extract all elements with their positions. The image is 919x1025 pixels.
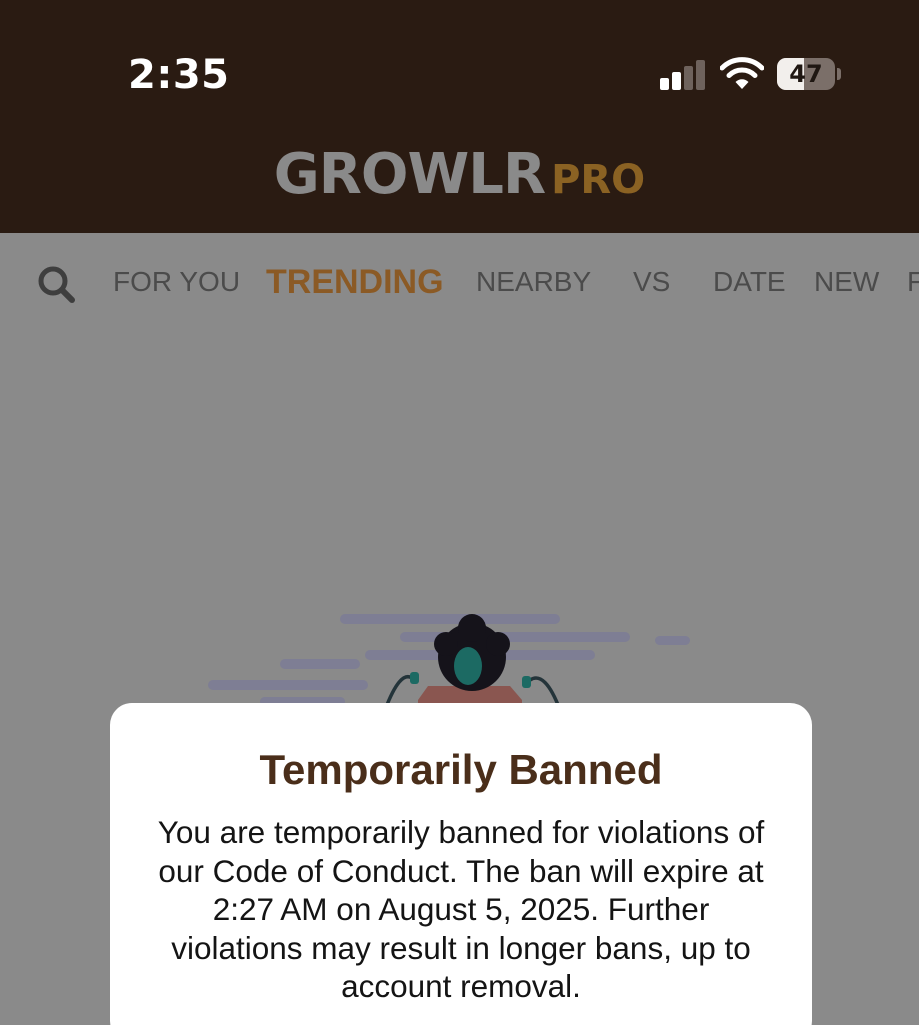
- battery-tip: [837, 68, 841, 80]
- app-logo: GROWLR PRO: [0, 142, 919, 207]
- logo-main-text: GROWLR: [273, 142, 546, 207]
- battery-level: 47: [789, 60, 823, 88]
- tab-vs[interactable]: VS: [633, 266, 670, 298]
- tab-nearby[interactable]: NEARBY: [476, 266, 591, 298]
- status-time: 2:35: [128, 52, 230, 98]
- logo-pro-text: PRO: [551, 157, 646, 203]
- wifi-icon: [720, 57, 764, 89]
- tab-trending[interactable]: TRENDING: [266, 263, 444, 302]
- person-figure: [383, 614, 562, 710]
- battery-icon: 47: [777, 58, 835, 90]
- dialog-title: Temporarily Banned: [259, 746, 663, 793]
- ban-dialog: Temporarily Banned You are temporarily b…: [110, 703, 812, 1025]
- tab-for-you[interactable]: FOR YOU: [113, 266, 240, 298]
- search-icon[interactable]: [36, 264, 76, 304]
- tab-partial[interactable]: F: [907, 266, 919, 298]
- tab-new[interactable]: NEW: [814, 266, 879, 298]
- cellular-signal-icon: [660, 58, 708, 90]
- top-bar: 2:35 47 GROWLR PRO: [0, 0, 919, 233]
- dialog-message: You are temporarily banned for violation…: [157, 814, 765, 1004]
- jump-rope-illustration: [208, 614, 690, 710]
- tab-date[interactable]: DATE: [713, 266, 786, 298]
